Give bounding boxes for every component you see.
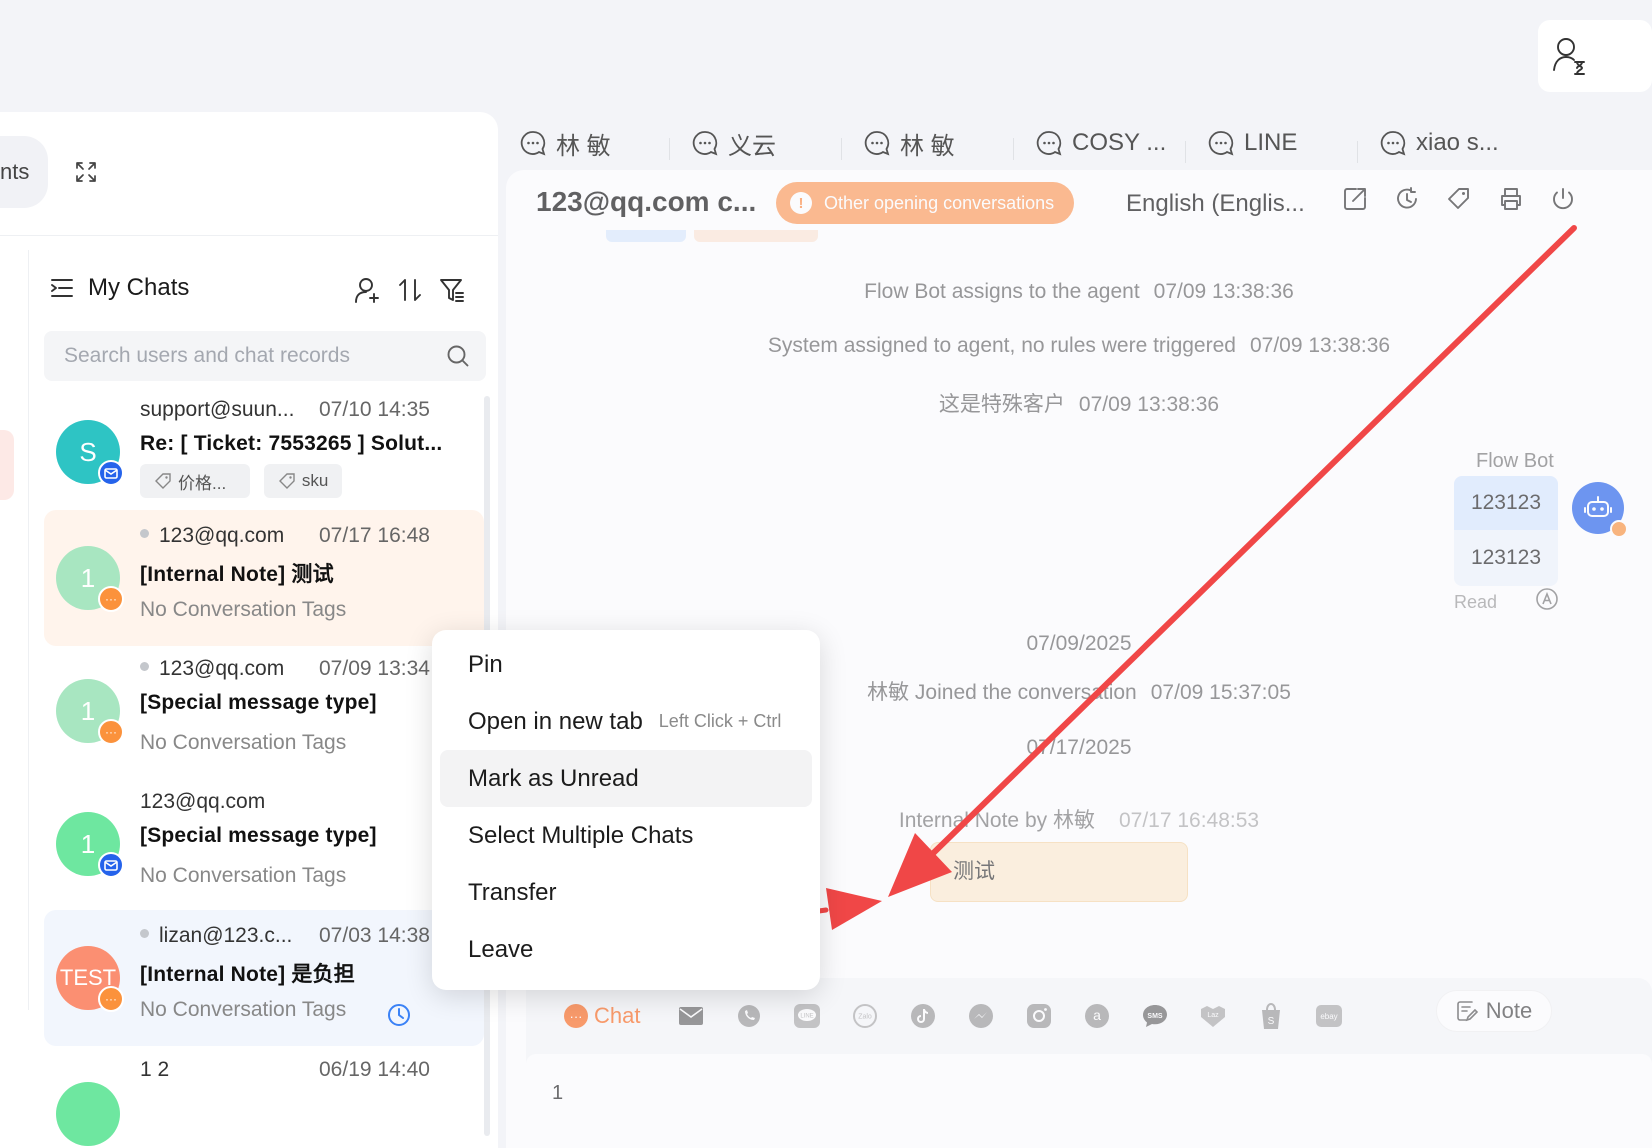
menu-item-select-multiple[interactable]: Select Multiple Chats (440, 807, 812, 864)
shortcut-hint: Left Click + Ctrl (658, 711, 782, 731)
menu-item-open-new-tab[interactable]: Open in new tab Left Click + Ctrl (440, 693, 812, 750)
menu-item-leave[interactable]: Leave (440, 921, 812, 978)
menu-item-pin[interactable]: Pin (440, 636, 812, 693)
menu-item-mark-unread[interactable]: Mark as Unread (440, 750, 812, 807)
annotation-arrows (551, 225, 1577, 951)
menu-item-transfer[interactable]: Transfer (440, 864, 812, 921)
context-menu: Pin Open in new tab Left Click + Ctrl Mar… (432, 630, 820, 990)
